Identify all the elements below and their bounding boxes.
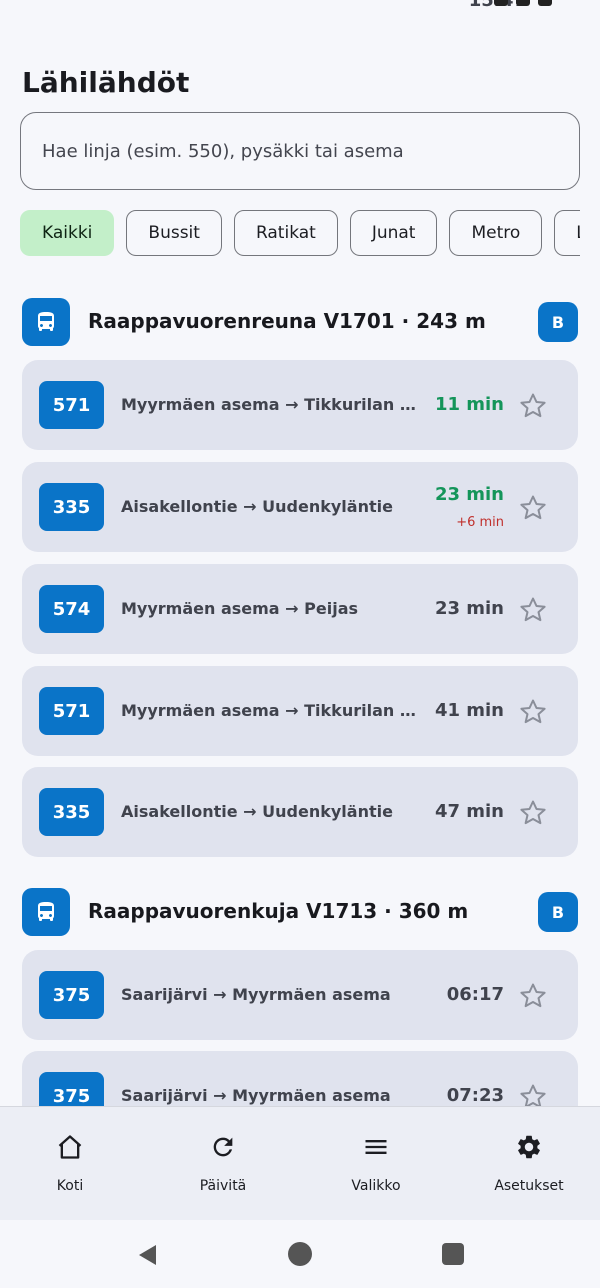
departure-card[interactable]: 574 Myyrmäen asema → Peijas 23 min bbox=[22, 564, 578, 654]
departure-time: 07:23 bbox=[446, 1085, 504, 1106]
route-number: 335 bbox=[39, 483, 104, 531]
nav-home[interactable]: Koti bbox=[15, 1107, 125, 1221]
filter-chip-kaikki[interactable]: Kaikki bbox=[20, 210, 115, 256]
destination: Myyrmäen asema → Peijas bbox=[121, 599, 359, 618]
menu-icon bbox=[365, 1140, 387, 1154]
departure-card[interactable]: 335 Aisakellontie → Uudenkyläntie 23 min… bbox=[22, 462, 578, 552]
star-icon[interactable] bbox=[518, 493, 548, 523]
departure-card[interactable]: 375 Saarijärvi → Myyrmäen asema 06:17 bbox=[22, 950, 578, 1040]
star-icon[interactable] bbox=[518, 981, 548, 1011]
status-bar: 15:47 bbox=[0, 0, 600, 12]
status-icons bbox=[494, 0, 552, 6]
destination: Myyrmäen asema → Tikkurilan m… bbox=[121, 701, 421, 720]
departure-card[interactable]: 571 Myyrmäen asema → Tikkurilan m… 41 mi… bbox=[22, 666, 578, 756]
filter-chip-lau[interactable]: Lau bbox=[554, 210, 580, 256]
departure-time: 47 min bbox=[434, 801, 504, 822]
bottom-navigation: Koti Päivitä Valikko Asetukset bbox=[0, 1106, 600, 1220]
nav-menu-label: Valikko bbox=[351, 1178, 401, 1194]
departure-card[interactable]: 335 Aisakellontie → Uudenkyläntie 47 min bbox=[22, 767, 578, 857]
recents-button[interactable] bbox=[442, 1243, 464, 1265]
nav-refresh-label: Päivitä bbox=[199, 1178, 247, 1194]
filter-chip-metro[interactable]: Metro bbox=[449, 210, 543, 256]
route-number: 571 bbox=[39, 687, 104, 735]
route-number: 375 bbox=[39, 971, 104, 1019]
departure-time: 06:17 bbox=[446, 984, 504, 1005]
destination: Aisakellontie → Uudenkyläntie bbox=[121, 802, 393, 821]
filter-chip-junat[interactable]: Junat bbox=[349, 210, 438, 256]
route-number: 574 bbox=[39, 585, 104, 633]
nav-menu[interactable]: Valikko bbox=[321, 1107, 431, 1221]
departure-time: 23 min bbox=[434, 598, 504, 619]
bus-icon bbox=[22, 888, 70, 936]
nav-refresh[interactable]: Päivitä bbox=[168, 1107, 278, 1221]
refresh-icon bbox=[213, 1137, 233, 1157]
stop-header[interactable]: Raappavuorenkuja V1713 · 360 m B bbox=[22, 888, 578, 936]
departure-time: 23 min bbox=[434, 484, 504, 505]
status-time: 15:47 bbox=[44, 0, 526, 11]
stop-header[interactable]: Raappavuorenreuna V1701 · 243 m B bbox=[22, 298, 578, 346]
destination: Aisakellontie → Uudenkyläntie bbox=[121, 497, 393, 516]
stop-zone-badge: B bbox=[538, 302, 578, 342]
departure-time: 41 min bbox=[434, 700, 504, 721]
destination: Myyrmäen asema → Tikkurilan m… bbox=[121, 395, 421, 414]
destination: Saarijärvi → Myyrmäen asema bbox=[121, 1086, 391, 1105]
delay-indicator: +6 min bbox=[456, 515, 504, 530]
nav-settings-label: Asetukset bbox=[494, 1178, 564, 1194]
gear-icon bbox=[518, 1135, 540, 1159]
page-title: Lähilähdöt bbox=[22, 66, 190, 99]
destination: Saarijärvi → Myyrmäen asema bbox=[121, 985, 391, 1004]
filter-chip-ratikat[interactable]: Ratikat bbox=[233, 210, 338, 256]
star-icon[interactable] bbox=[518, 697, 548, 727]
search-input[interactable] bbox=[42, 140, 542, 162]
stop-zone-badge: B bbox=[538, 892, 578, 932]
search-field[interactable] bbox=[20, 112, 580, 190]
departure-time: 11 min bbox=[434, 394, 504, 415]
system-navigation-bar bbox=[0, 1220, 600, 1288]
route-number: 335 bbox=[39, 788, 104, 836]
stop-title: Raappavuorenreuna V1701 · 243 m bbox=[88, 309, 486, 333]
route-number: 571 bbox=[39, 381, 104, 429]
home-button[interactable] bbox=[288, 1242, 312, 1266]
departure-card[interactable]: 571 Myyrmäen asema → Tikkurilan m… 11 mi… bbox=[22, 360, 578, 450]
filter-chips: Kaikki Bussit Ratikat Junat Metro Lau bbox=[20, 210, 580, 256]
nav-settings[interactable]: Asetukset bbox=[474, 1107, 584, 1221]
stop-title: Raappavuorenkuja V1713 · 360 m bbox=[88, 899, 469, 923]
bus-icon bbox=[22, 298, 70, 346]
home-icon bbox=[58, 1135, 82, 1159]
back-icon[interactable] bbox=[136, 1243, 158, 1267]
star-icon[interactable] bbox=[518, 391, 548, 421]
star-icon[interactable] bbox=[518, 798, 548, 828]
star-icon[interactable] bbox=[518, 595, 548, 625]
nav-home-label: Koti bbox=[56, 1178, 84, 1194]
filter-chip-bussit[interactable]: Bussit bbox=[126, 210, 222, 256]
